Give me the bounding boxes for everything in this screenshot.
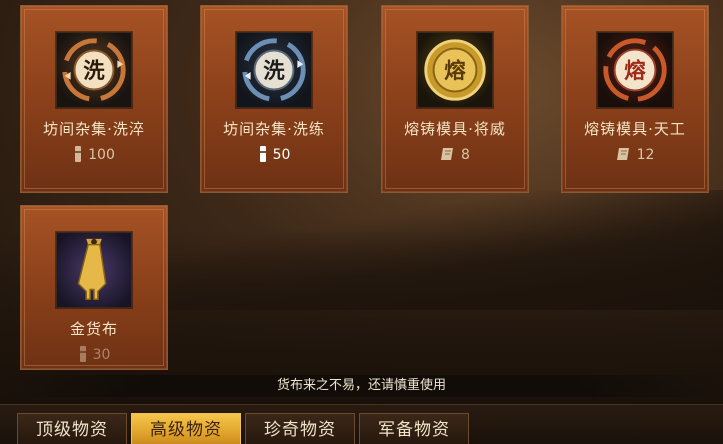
item-name: 金货布 (69, 320, 118, 338)
tab-bar: 顶级物资 高级物资 珍奇物资 军备物资 (0, 404, 723, 444)
forge-mold-gold-icon: 熔 (417, 32, 493, 108)
tally-stick-icon (259, 146, 266, 162)
tab-top-supplies[interactable]: 顶级物资 (17, 413, 127, 444)
cost-value: 100 (88, 147, 115, 163)
item-name: 熔铸模具·天工 (584, 120, 686, 138)
item-cost: 12 (562, 146, 708, 163)
tab-military-supplies[interactable]: 军备物资 (359, 413, 469, 444)
item-cost: 100 (21, 146, 167, 163)
cost-value: 30 (92, 347, 111, 363)
item-cost: 8 (382, 146, 528, 163)
svg-text:洗: 洗 (83, 59, 105, 84)
gold-spade-coin-icon (56, 232, 132, 308)
tally-stick-icon (79, 346, 86, 362)
shop-item-card[interactable]: 熔 熔铸模具·天工 12 (561, 5, 709, 193)
notice-banner: 货布来之不易，还请慎重使用 (0, 375, 723, 397)
item-name: 坊间杂集·洗练 (223, 120, 325, 138)
shop-item-card[interactable]: 洗 坊间杂集·洗淬 100 (20, 5, 168, 193)
svg-text:熔: 熔 (444, 58, 466, 84)
wash-token-bronze-icon: 洗 (56, 32, 132, 108)
svg-text:熔: 熔 (624, 58, 646, 84)
svg-text:洗: 洗 (263, 59, 285, 84)
tally-stick-icon (75, 146, 82, 162)
cost-value: 50 (272, 147, 291, 163)
shop-item-card[interactable]: 金货布 30 (20, 205, 168, 370)
cost-value: 8 (461, 147, 470, 163)
tab-advanced-supplies[interactable]: 高级物资 (131, 413, 241, 444)
item-cost: 30 (21, 346, 167, 363)
item-name: 坊间杂集·洗淬 (43, 120, 145, 138)
scroll-icon (441, 148, 454, 160)
item-cost: 50 (201, 146, 347, 163)
shop-item-card[interactable]: 熔 熔铸模具·将威 8 (381, 5, 529, 193)
forge-mold-red-icon: 熔 (597, 32, 673, 108)
item-name: 熔铸模具·将威 (404, 120, 506, 138)
wash-token-silver-icon: 洗 (236, 32, 312, 108)
cost-value: 12 (636, 147, 655, 163)
tab-rare-supplies[interactable]: 珍奇物资 (245, 413, 355, 444)
scroll-icon (616, 148, 629, 160)
shop-item-card[interactable]: 洗 坊间杂集·洗练 50 (200, 5, 348, 193)
